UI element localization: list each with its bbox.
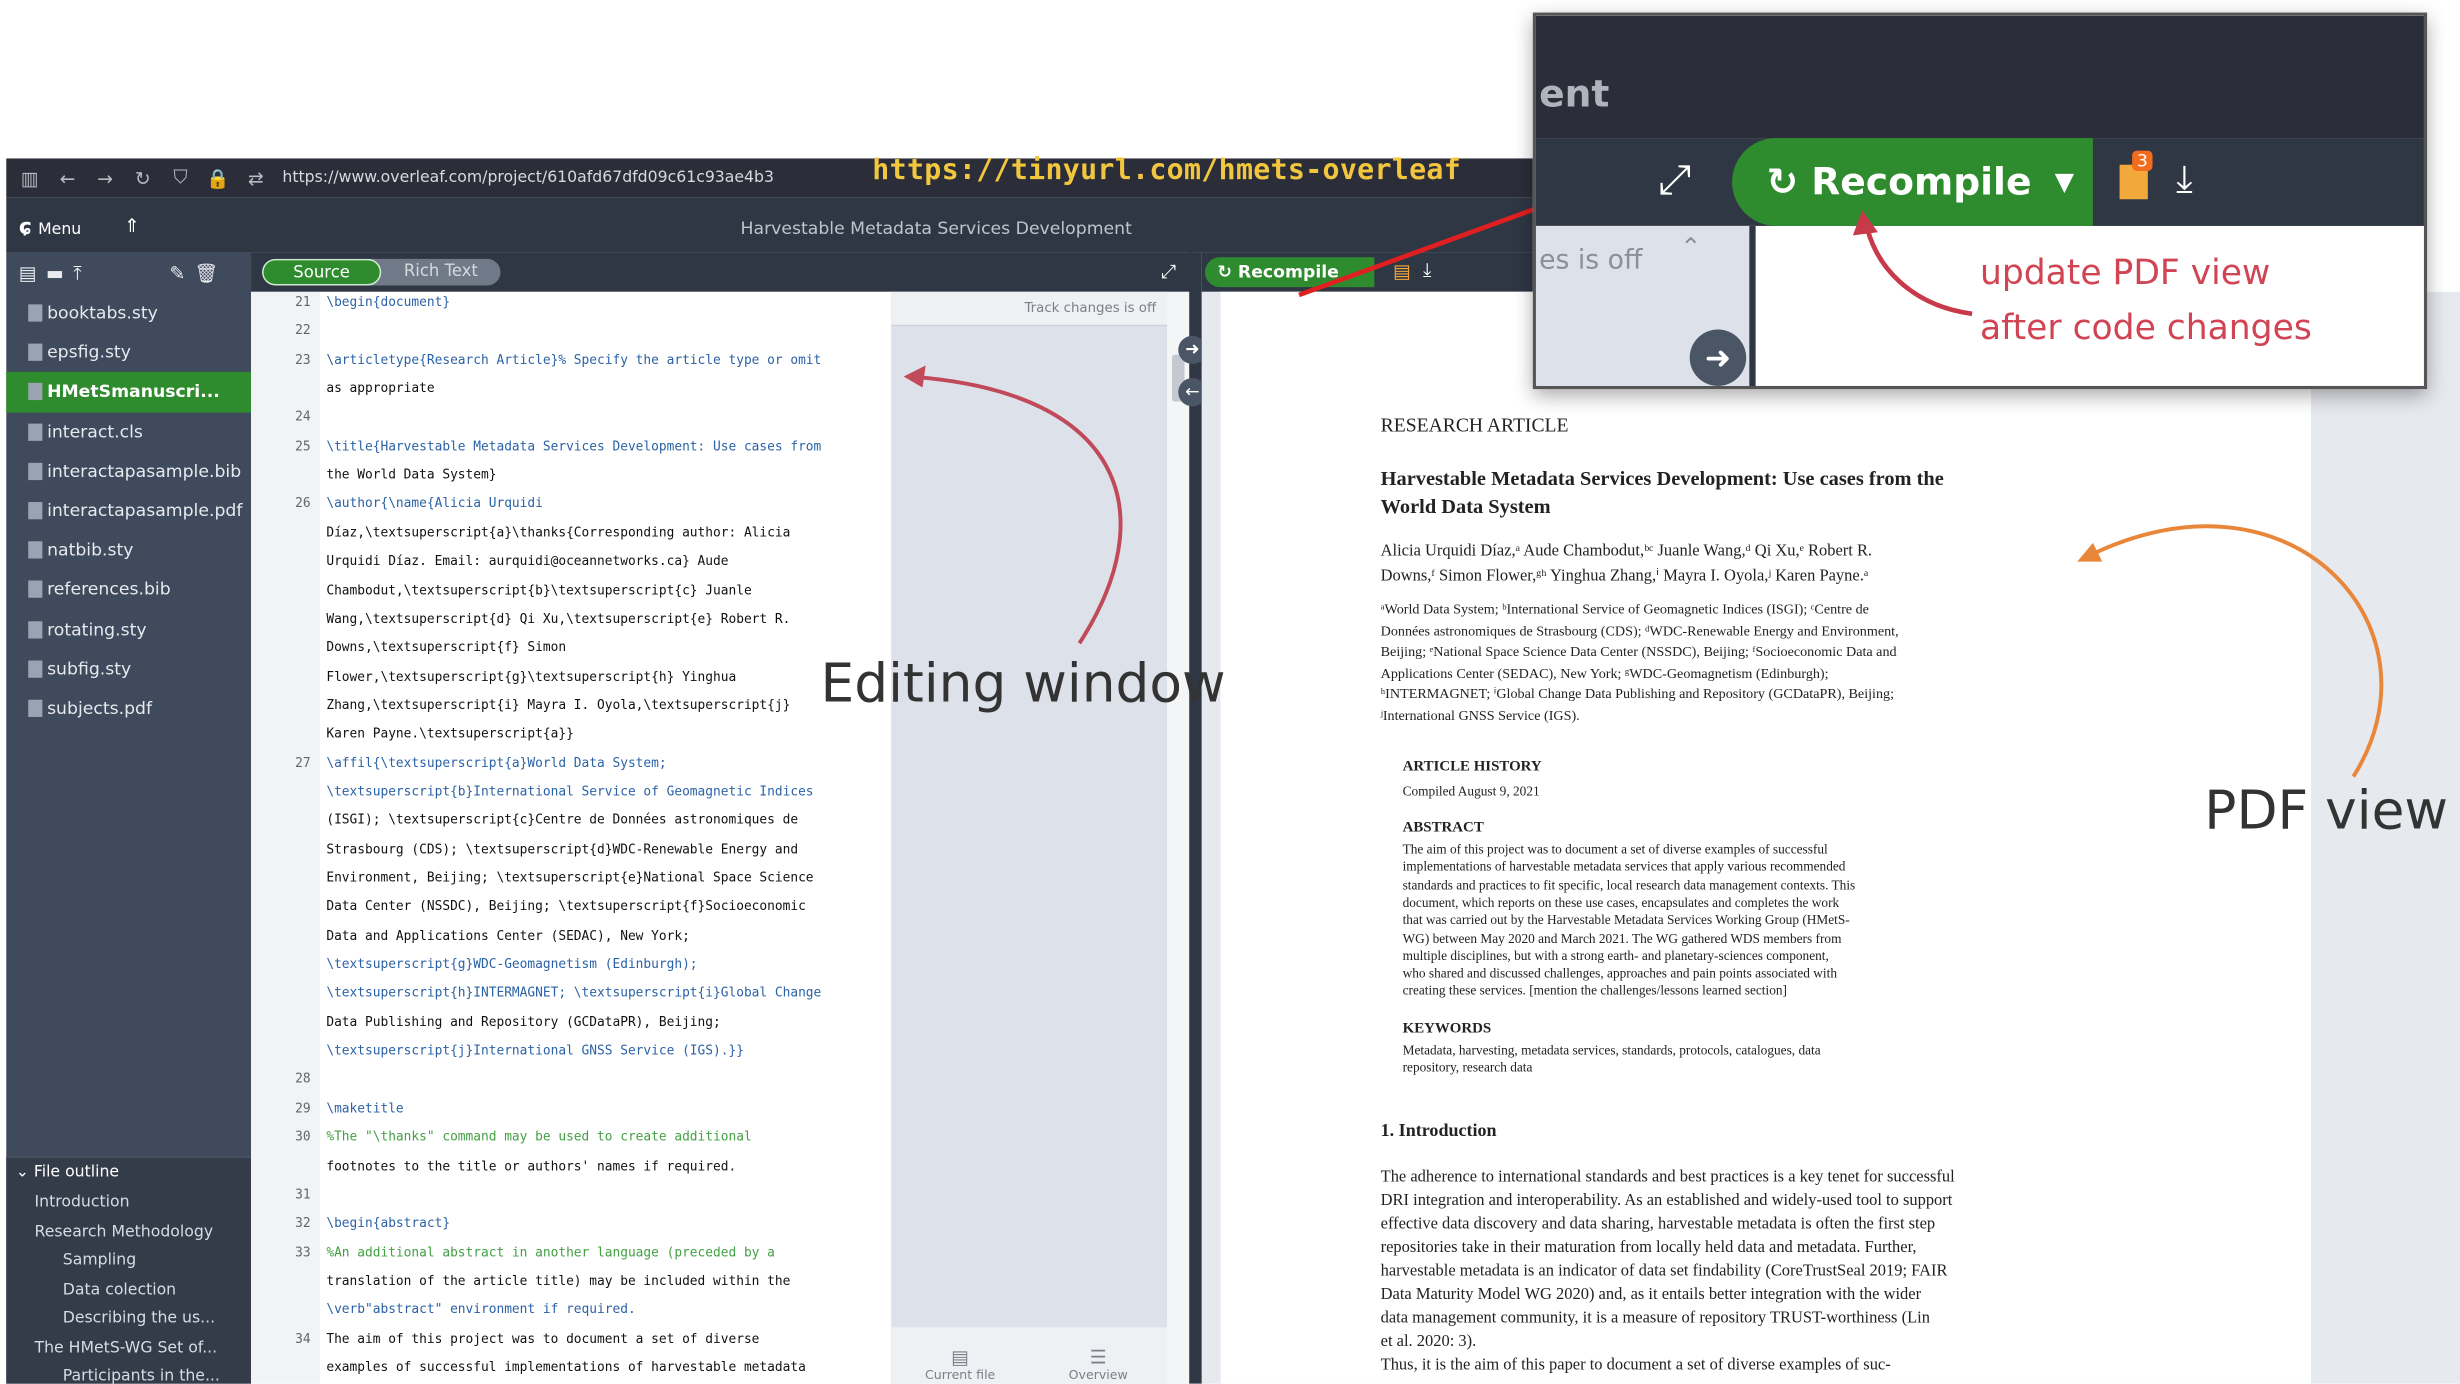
pdf-arrow xyxy=(2085,524,2384,778)
update-pdf-label-1: update PDF view xyxy=(1979,254,2271,294)
editing-window-label: Editing window xyxy=(820,652,1226,716)
pdf-view-label: PDF view xyxy=(2204,779,2449,843)
screenshot-stage: ▥ ← → ↻ ⛉ 🔒 ⇄ https://www.overleaf.com/p… xyxy=(0,0,2460,1384)
editing-arrow-head xyxy=(903,365,926,388)
update-pdf-label-2: after code changes xyxy=(1979,309,2312,349)
recompile-zoom-inset: ent ⤢ ↻ Recompile ▼ 3 ⤓ es is off ⌃ ➜ upd… xyxy=(1532,12,2428,390)
editing-arrow xyxy=(909,374,1123,645)
